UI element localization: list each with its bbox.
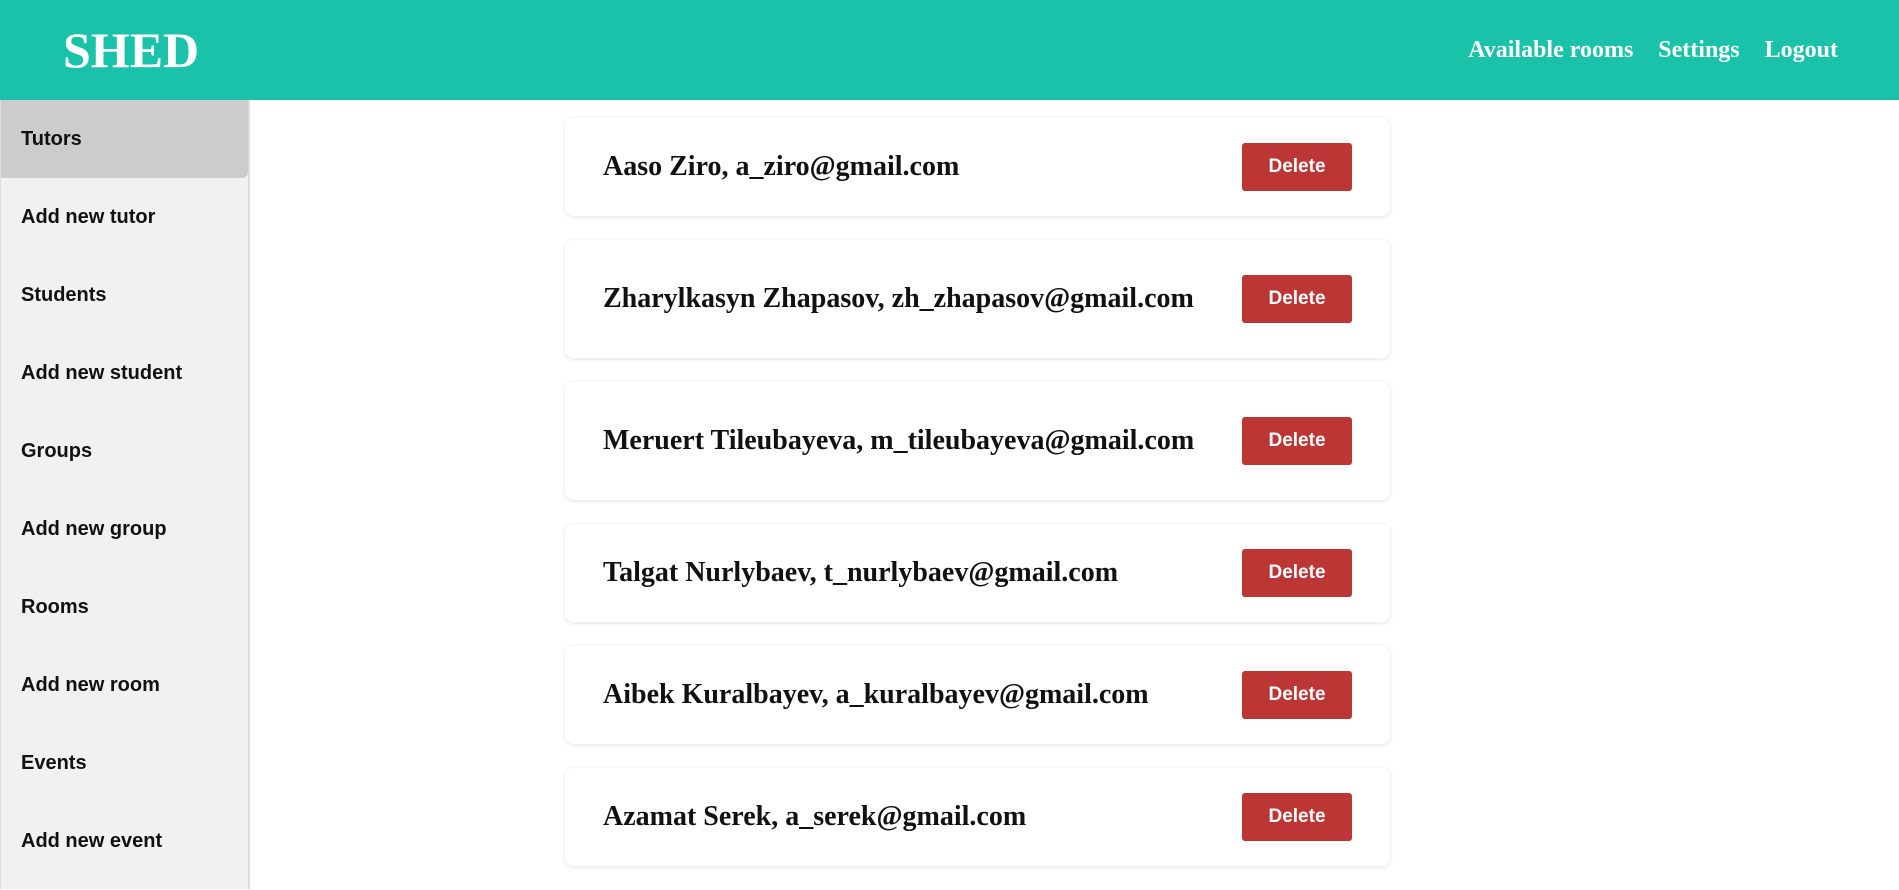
sidebar-item-groups[interactable]: Groups — [1, 412, 248, 490]
app-logo[interactable]: SHED — [63, 18, 199, 82]
delete-button[interactable]: Delete — [1242, 793, 1352, 841]
delete-button[interactable]: Delete — [1242, 417, 1352, 465]
settings-link[interactable]: Settings — [1658, 34, 1739, 66]
tutor-info: Aaso Ziro, a_ziro@gmail.com — [603, 151, 960, 182]
sidebar-item-events[interactable]: Events — [1, 724, 248, 802]
sidebar-item-add-new-event[interactable]: Add new event — [1, 802, 248, 880]
sidebar-item-add-new-student[interactable]: Add new student — [1, 334, 248, 412]
delete-button[interactable]: Delete — [1242, 671, 1352, 719]
delete-button[interactable]: Delete — [1242, 275, 1352, 323]
sidebar-item-add-new-room[interactable]: Add new room — [1, 646, 248, 724]
tutor-card: Aaso Ziro, a_ziro@gmail.com Delete — [565, 118, 1390, 216]
top-header: SHED Available rooms Settings Logout — [0, 0, 1899, 100]
sidebar-item-rooms[interactable]: Rooms — [1, 568, 248, 646]
tutor-info: Aibek Kuralbayev, a_kuralbayev@gmail.com — [603, 679, 1149, 710]
tutor-card: Aibek Kuralbayev, a_kuralbayev@gmail.com… — [565, 646, 1390, 744]
tutor-list: Aaso Ziro, a_ziro@gmail.com Delete Zhary… — [565, 118, 1390, 890]
tutor-card: Talgat Nurlybaev, t_nurlybaev@gmail.com … — [565, 524, 1390, 622]
sidebar-item-add-new-tutor[interactable]: Add new tutor — [1, 178, 248, 256]
sidebar-item-students[interactable]: Students — [1, 256, 248, 334]
tutor-info: Azamat Serek, a_serek@gmail.com — [603, 801, 1027, 832]
top-nav: Available rooms Settings Logout — [1468, 34, 1838, 66]
tutor-info: Talgat Nurlybaev, t_nurlybaev@gmail.com — [603, 557, 1119, 588]
available-rooms-link[interactable]: Available rooms — [1468, 34, 1633, 66]
tutor-info: Meruert Tileubayeva, m_tileubayeva@gmail… — [603, 425, 1195, 456]
sidebar: Tutors Add new tutor Students Add new st… — [0, 100, 250, 889]
delete-button[interactable]: Delete — [1242, 143, 1352, 191]
tutor-info: Zharylkasyn Zhapasov, zh_zhapasov@gmail.… — [603, 283, 1194, 314]
tutor-card: Azamat Serek, a_serek@gmail.com Delete — [565, 768, 1390, 866]
sidebar-item-add-new-group[interactable]: Add new group — [1, 490, 248, 568]
logout-link[interactable]: Logout — [1765, 34, 1838, 66]
tutor-card: Zharylkasyn Zhapasov, zh_zhapasov@gmail.… — [565, 240, 1390, 358]
delete-button[interactable]: Delete — [1242, 549, 1352, 597]
tutor-card: Meruert Tileubayeva, m_tileubayeva@gmail… — [565, 382, 1390, 500]
sidebar-item-tutors[interactable]: Tutors — [1, 100, 248, 178]
